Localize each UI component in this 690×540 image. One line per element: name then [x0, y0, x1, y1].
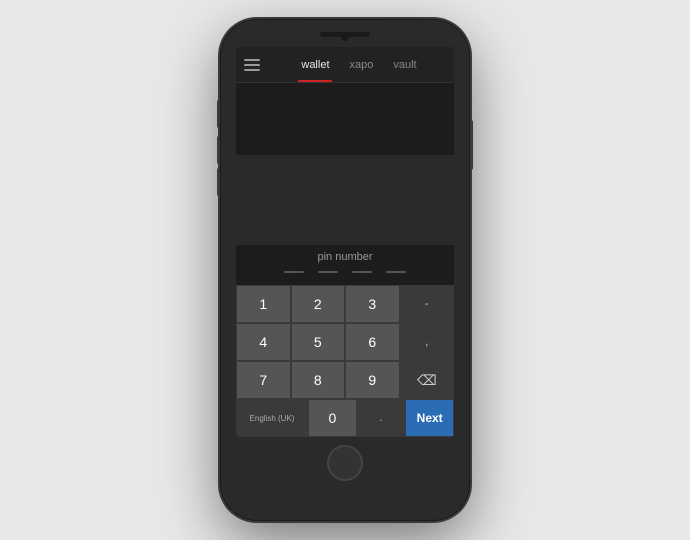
key-row-3: 7 8 9 ⌫	[236, 361, 454, 399]
key-9[interactable]: 9	[345, 361, 400, 399]
key-row-1: 1 2 3 -	[236, 285, 454, 323]
balance-card	[236, 155, 454, 245]
home-button[interactable]	[327, 445, 363, 481]
key-0[interactable]: 0	[308, 399, 357, 437]
pin-label: pin number	[317, 251, 372, 263]
camera-dot	[342, 34, 349, 41]
phone-shell: wallet xapo vault pin number	[221, 20, 469, 520]
nav-tabs: wallet xapo vault	[264, 47, 454, 82]
key-1[interactable]: 1	[236, 285, 291, 323]
key-2[interactable]: 2	[291, 285, 346, 323]
key-8[interactable]: 8	[291, 361, 346, 399]
content-area: pin number	[236, 83, 454, 285]
tab-xapo[interactable]: xapo	[340, 47, 384, 82]
key-row-4: English (UK) 0 . Next	[236, 399, 454, 437]
key-comma[interactable]: ,	[400, 323, 455, 361]
key-7[interactable]: 7	[236, 361, 291, 399]
key-4[interactable]: 4	[236, 323, 291, 361]
key-language[interactable]: English (UK)	[236, 399, 308, 437]
next-button[interactable]: Next	[405, 399, 454, 437]
screen: wallet xapo vault pin number	[236, 47, 454, 437]
key-dash[interactable]: -	[400, 285, 455, 323]
tab-wallet[interactable]: wallet	[291, 47, 339, 82]
key-row-2: 4 5 6 ,	[236, 323, 454, 361]
key-3[interactable]: 3	[345, 285, 400, 323]
pin-dot-3	[352, 271, 372, 273]
pin-dot-4	[386, 271, 406, 273]
key-5[interactable]: 5	[291, 323, 346, 361]
pin-dots	[284, 271, 406, 273]
keyboard: 1 2 3 - 4 5 6 , 7 8 9 ⌫	[236, 285, 454, 437]
key-6[interactable]: 6	[345, 323, 400, 361]
pin-dot-1	[284, 271, 304, 273]
menu-icon[interactable]	[236, 59, 264, 71]
nav-bar: wallet xapo vault	[236, 47, 454, 83]
key-backspace[interactable]: ⌫	[400, 361, 455, 399]
key-period[interactable]: .	[357, 399, 406, 437]
backspace-icon: ⌫	[417, 372, 437, 389]
pin-dot-2	[318, 271, 338, 273]
tab-vault[interactable]: vault	[383, 47, 426, 82]
